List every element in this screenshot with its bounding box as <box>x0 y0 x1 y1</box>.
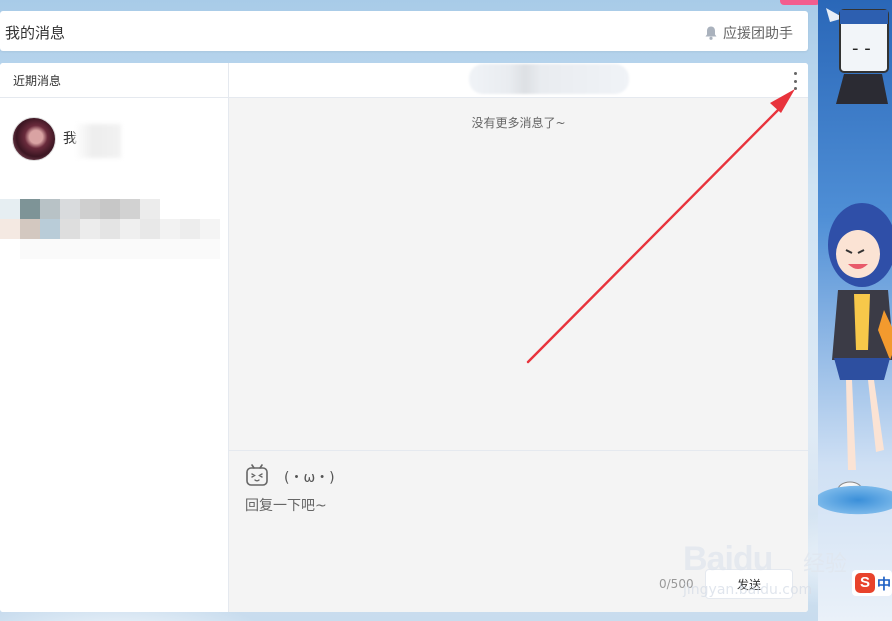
more-options-button[interactable] <box>792 72 798 90</box>
send-button[interactable]: 发送 <box>705 569 793 599</box>
message-panel: 近期消息 我 没有更多消息了~ (・ω・) 回复一下吧~ 0/500 发送 <box>0 63 808 612</box>
top-bar: 我的消息 应援团助手 <box>0 11 808 51</box>
sidebar: 近期消息 我 <box>0 63 229 612</box>
robot-mascot-image: - - <box>826 8 889 104</box>
avatar <box>12 117 56 161</box>
emoji-icon[interactable] <box>245 463 269 487</box>
message-composer: (・ω・) 0/500 发送 <box>229 450 808 612</box>
chat-area: 没有更多消息了~ (・ω・) 0/500 发送 <box>229 63 808 612</box>
character-artwork: - - S 中 <box>818 0 892 621</box>
pink-tab-indicator[interactable] <box>780 0 820 5</box>
support-helper-link[interactable]: 应援团助手 <box>703 23 793 43</box>
blurred-chat-title <box>469 64 629 94</box>
support-helper-label: 应援团助手 <box>723 26 793 42</box>
chat-header <box>229 63 808 98</box>
more-dots-icon <box>793 72 797 75</box>
bell-icon <box>705 26 717 40</box>
no-more-messages-label: 没有更多消息了~ <box>471 116 566 130</box>
svg-text:- -: - - <box>852 38 871 59</box>
conversation-item[interactable]: 我 <box>0 99 228 179</box>
sogou-ad-logo[interactable]: S 中 <box>852 570 892 596</box>
blurred-conversation-item[interactable] <box>0 199 240 265</box>
recent-messages-heading: 近期消息 <box>0 63 228 98</box>
reply-input[interactable] <box>245 495 785 565</box>
blurred-name <box>75 124 121 158</box>
kaomoji-button[interactable]: (・ω・) <box>284 467 335 487</box>
page-title: 我的消息 <box>5 24 66 42</box>
character-count: 0/500 <box>659 577 694 591</box>
